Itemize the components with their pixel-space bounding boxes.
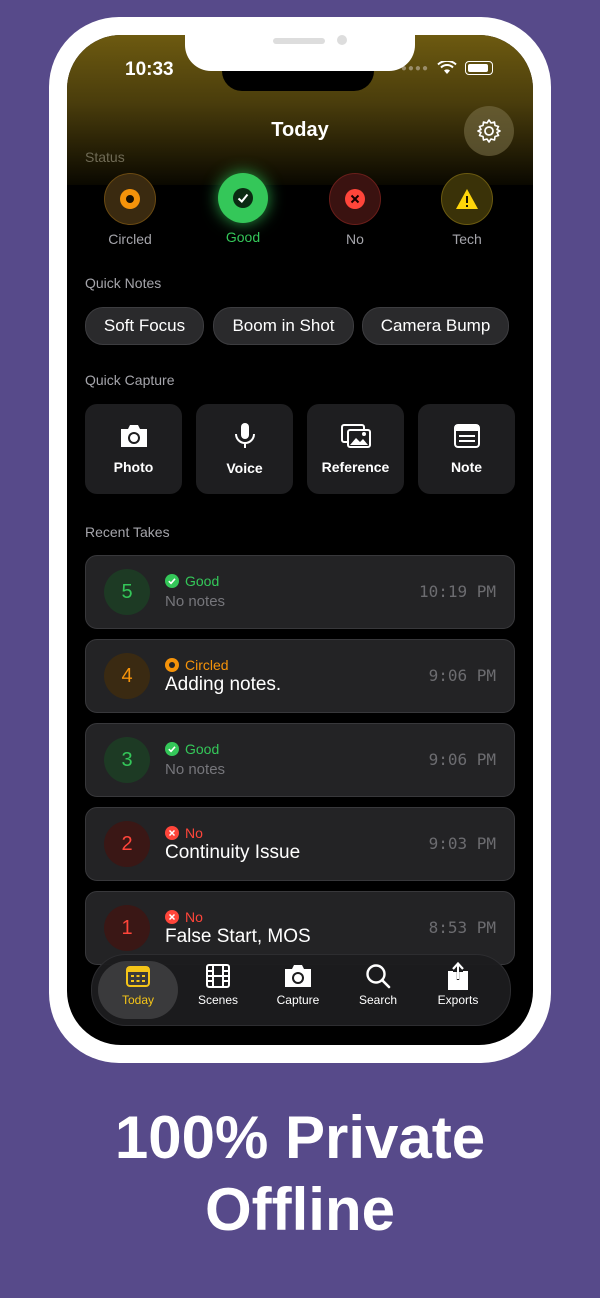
take-number-badge: 5 [104,569,150,615]
circle-dot-icon [120,189,140,209]
take-status: No [165,825,203,841]
status-label-tech: Tech [452,231,482,247]
status-circle-no [329,173,381,225]
take-status: Circled [165,657,229,673]
take-status-label: Circled [185,657,229,673]
tab-label: Exports [437,993,479,1007]
status-option-good[interactable]: Good [198,173,288,245]
take-status-label: No [185,909,203,925]
take-number-badge: 1 [104,905,150,951]
take-time: 8:53 PM [428,918,496,937]
capture-photo-button[interactable]: Photo [85,404,182,494]
take-time: 9:06 PM [428,666,496,685]
photos-icon [340,424,371,448]
tab-label: Today [121,993,155,1007]
take-time: 10:19 PM [418,582,496,601]
share-icon [448,961,468,990]
camera-icon [120,425,147,447]
app-screen: 10:33 ●●●● Today Status Circled Good No … [67,35,533,1045]
promo-subheadline: Offline [205,1176,395,1243]
battery-icon [465,61,493,75]
quick-note-chip[interactable]: Camera Bump [362,307,509,345]
camera-icon [285,965,311,987]
quick-capture-label: Quick Capture [85,372,175,388]
take-status-label: Good [185,741,220,757]
film-icon [206,964,230,988]
note-icon [453,424,480,448]
take-note: No notes [165,593,226,610]
notch-camera [337,35,347,45]
checkmark-icon [165,742,179,756]
capture-photo-label: Photo [113,459,154,475]
quick-note-chip[interactable]: Boom in Shot [213,307,354,345]
take-number-badge: 4 [104,653,150,699]
dynamic-island [222,71,374,91]
take-row[interactable]: 4 Circled Adding notes. 9:06 PM [85,639,515,713]
capture-note-button[interactable]: Note [418,404,515,494]
take-status: No [165,909,203,925]
capture-reference-button[interactable]: Reference [307,404,404,494]
tab-scenes[interactable]: Scenes [178,961,258,1019]
take-status: Good [165,573,219,589]
tab-label: Scenes [197,993,239,1007]
notch-speaker [273,38,325,44]
status-circle-tech [441,173,493,225]
status-option-circled[interactable]: Circled [85,173,175,247]
wifi-icon [437,61,457,74]
gear-icon [477,119,501,143]
x-icon [345,189,365,209]
checkmark-icon [233,188,253,208]
status-option-tech[interactable]: Tech [422,173,512,247]
tab-label: Capture [276,993,320,1007]
take-time: 9:06 PM [428,750,496,769]
settings-button[interactable] [464,106,514,156]
status-circle-circled [104,173,156,225]
capture-reference-label: Reference [321,459,390,475]
take-number-badge: 2 [104,821,150,867]
capture-note-label: Note [450,459,483,475]
capture-voice-button[interactable]: Voice [196,404,293,494]
take-status: Good [165,741,219,757]
tab-exports[interactable]: Exports [418,961,498,1019]
take-note: Continuity Issue [165,842,301,863]
take-note: No notes [165,761,226,778]
microphone-icon [234,423,255,448]
calendar-icon [126,966,150,987]
status-label-circled: Circled [108,231,152,247]
tab-capture[interactable]: Capture [258,961,338,1019]
quick-note-chip[interactable]: Soft Focus [85,307,204,345]
tab-today[interactable]: Today [98,961,178,1019]
tab-search[interactable]: Search [338,961,418,1019]
x-icon [165,826,179,840]
status-section-label: Status [85,149,125,165]
capture-voice-label: Voice [226,460,263,476]
take-time: 9:03 PM [428,834,496,853]
take-row[interactable]: 2 No Continuity Issue 9:03 PM [85,807,515,881]
recent-takes-label: Recent Takes [85,524,170,540]
circle-dot-icon [165,658,179,672]
status-label-good: Good [225,229,261,245]
checkmark-icon [165,574,179,588]
promo-headline: 100% Private [114,1104,486,1171]
tab-bar: Today Scenes Capture Search Exports [91,954,511,1026]
status-time: 10:33 [125,59,174,80]
status-icons: ●●●● [401,61,493,75]
status-label-no: No [346,231,364,247]
warning-icon [456,189,478,209]
search-icon [366,964,391,989]
take-note: False Start, MOS [165,926,311,947]
status-selector: Circled Good No Tech [85,173,515,248]
take-row[interactable]: 3 Good No notes 9:06 PM [85,723,515,797]
take-row[interactable]: 5 Good No notes 10:19 PM [85,555,515,629]
status-circle-good [218,173,268,223]
x-icon [165,910,179,924]
quick-notes-label: Quick Notes [85,275,162,291]
tab-label: Search [358,993,398,1007]
take-status-label: No [185,825,203,841]
take-note: Adding notes. [165,674,282,695]
take-number-badge: 3 [104,737,150,783]
notch [185,35,415,71]
status-option-no[interactable]: No [310,173,400,247]
take-status-label: Good [185,573,220,589]
